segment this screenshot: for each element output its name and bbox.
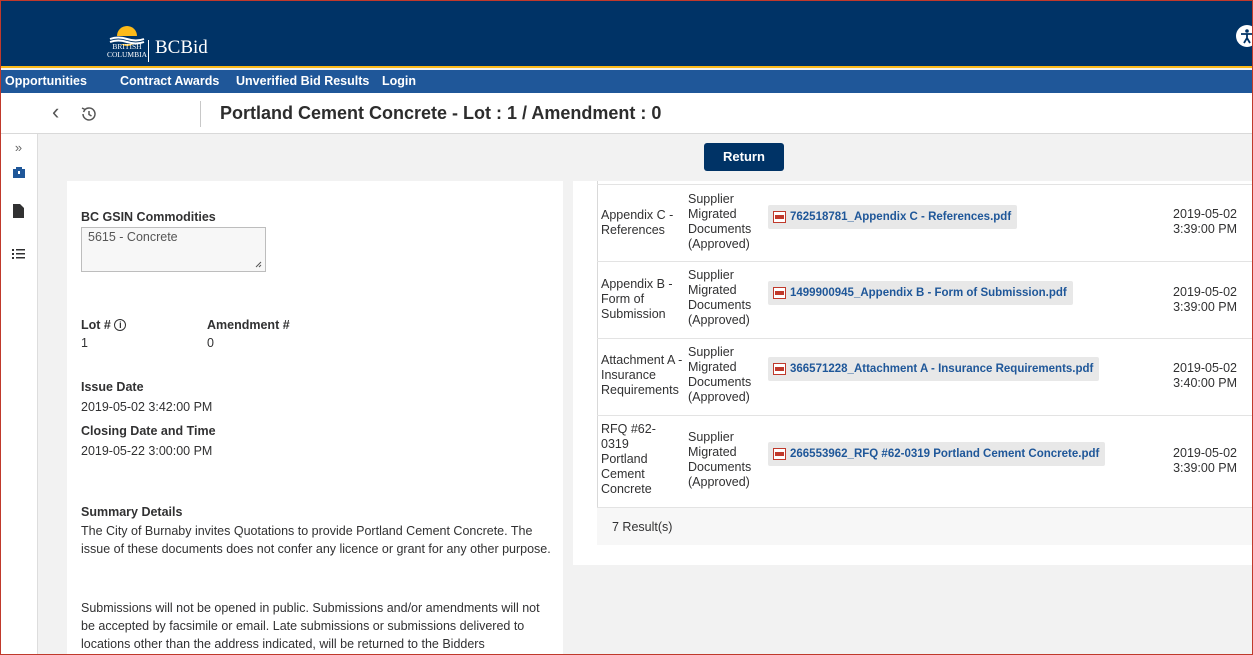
- gsin-value: 5615 - Concrete: [88, 230, 178, 244]
- doc-type: Supplier Migrated Documents (Approved): [688, 268, 752, 327]
- nav-opportunities[interactable]: Opportunities: [5, 74, 87, 88]
- doc-date: 2019-05-02 3:40:00 PM: [1173, 361, 1237, 390]
- side-rail: »: [0, 134, 38, 655]
- gsin-label: BC GSIN Commodities: [81, 210, 216, 224]
- doc-date: 2019-05-02 3:39:00 PM: [1173, 285, 1237, 314]
- closing-date-value: 2019-05-22 3:00:00 PM: [81, 444, 213, 458]
- action-bar: [38, 134, 1253, 181]
- summary-paragraph-1: The City of Burnaby invites Quotations t…: [81, 524, 551, 556]
- accessibility-icon[interactable]: [1236, 25, 1253, 47]
- summary-label: Summary Details: [81, 505, 183, 519]
- doc-name: Appendix C - References: [601, 208, 674, 237]
- title-divider: [200, 101, 201, 127]
- list-icon[interactable]: [0, 248, 37, 263]
- return-button[interactable]: Return: [704, 143, 784, 171]
- doc-type: Supplier Migrated Documents (Approved): [688, 192, 752, 251]
- info-icon[interactable]: i: [114, 319, 127, 331]
- doc-type: Supplier Migrated Documents (Approved): [688, 430, 752, 489]
- issue-date-label: Issue Date: [81, 380, 144, 394]
- closing-date-label: Closing Date and Time: [81, 424, 216, 438]
- details-box-icon[interactable]: [0, 166, 37, 182]
- resize-handle-icon[interactable]: [255, 261, 262, 268]
- expand-rail-icon[interactable]: »: [0, 140, 37, 155]
- lot-label: Lot # i: [81, 318, 127, 332]
- main-nav: Opportunities Contract Awards Unverified…: [0, 70, 1253, 93]
- nav-unverified-bid-results[interactable]: Unverified Bid Results: [236, 74, 369, 88]
- site-header: BRITISH COLUMBIA BCBid: [0, 0, 1253, 68]
- nav-login[interactable]: Login: [382, 74, 416, 88]
- doc-name: Appendix B - Form of Submission: [601, 277, 673, 321]
- pdf-icon: [773, 211, 786, 223]
- gsin-commodities-field[interactable]: 5615 - Concrete: [81, 227, 266, 272]
- lot-value: 1: [81, 336, 88, 350]
- doc-file-link[interactable]: 1499900945_Appendix B - Form of Submissi…: [768, 281, 1073, 305]
- summary-paragraph-2: Submissions will not be opened in public…: [81, 601, 540, 651]
- doc-file-link[interactable]: 366571228_Attachment A - Insurance Requi…: [768, 357, 1100, 381]
- table-footer: [597, 507, 1253, 545]
- brand-name[interactable]: BCBid: [155, 37, 208, 59]
- doc-name: Attachment A - Insurance Requirements: [601, 353, 683, 397]
- logo-text: BRITISH COLUMBIA: [106, 42, 147, 59]
- results-count: 7 Result(s): [612, 520, 673, 534]
- doc-date: 2019-05-02 3:39:00 PM: [1173, 446, 1237, 475]
- history-icon[interactable]: [80, 105, 98, 123]
- pdf-icon: [773, 287, 786, 299]
- pdf-icon: [773, 363, 786, 375]
- doc-name: RFQ #62-0319 Portland Cement Concrete: [601, 422, 656, 496]
- amendment-value: 0: [207, 336, 214, 350]
- pdf-icon: [773, 448, 786, 460]
- doc-file-link[interactable]: 762518781_Appendix C - References.pdf: [768, 205, 1018, 229]
- doc-type: Supplier Migrated Documents (Approved): [688, 345, 752, 404]
- back-chevron-icon[interactable]: ‹: [52, 99, 59, 125]
- logo-divider: [148, 40, 149, 62]
- doc-date: 2019-05-02 3:39:00 PM: [1173, 207, 1237, 236]
- title-bar: ‹ Portland Cement Concrete - Lot : 1 / A…: [0, 93, 1253, 134]
- nav-contract-awards[interactable]: Contract Awards: [120, 74, 219, 88]
- document-icon[interactable]: [0, 204, 37, 221]
- page-title: Portland Cement Concrete - Lot : 1 / Ame…: [220, 103, 662, 123]
- doc-file-link[interactable]: 266553962_RFQ #62-0319 Portland Cement C…: [768, 442, 1106, 466]
- issue-date-value: 2019-05-02 3:42:00 PM: [81, 400, 213, 414]
- amendment-label: Amendment #: [207, 318, 290, 332]
